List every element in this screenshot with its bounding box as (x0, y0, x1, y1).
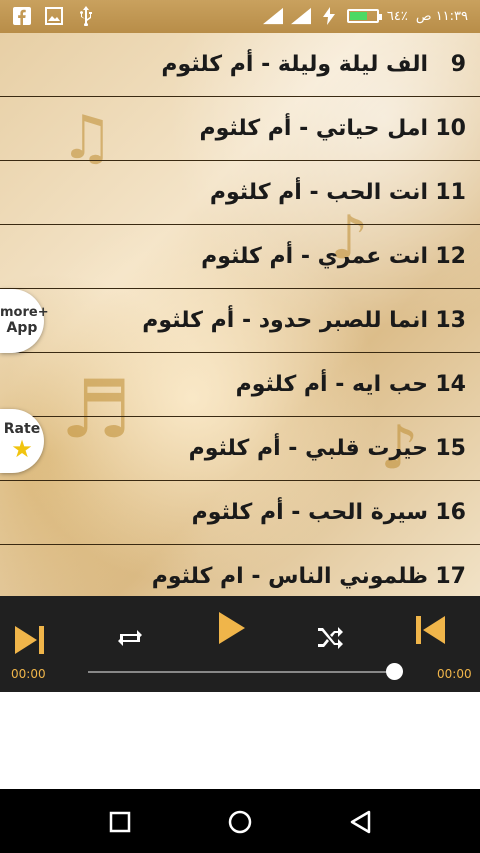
track-title: ظلموني الناس - ام كلثوم (151, 564, 428, 589)
play-button[interactable] (214, 608, 250, 648)
track-title: امل حياتي - أم كلثوم (199, 116, 428, 141)
track-number: 9 (450, 52, 466, 77)
track-number: 12 (435, 244, 466, 269)
track-row[interactable]: 13 انما للصبر حدود - أم كلثوم (0, 289, 480, 353)
elapsed-time: 00:00 (11, 667, 46, 681)
track-title: الف ليلة وليلة - أم كلثوم (161, 52, 428, 77)
signal-icon (290, 6, 311, 26)
status-bar: ٦٤٪ ١١:٣٩ ص (0, 0, 480, 33)
clock: ١١:٣٩ ص (415, 8, 468, 24)
rate-label: Rate (3, 421, 41, 437)
navigation-bar (0, 789, 480, 853)
battery-icon (346, 9, 382, 23)
track-number: 17 (435, 564, 466, 589)
back-icon[interactable] (347, 809, 373, 835)
track-row[interactable]: 14 حب ايه - أم كلثوم (0, 353, 480, 417)
more-apps-label: App (6, 320, 38, 336)
previous-track-icon[interactable] (410, 612, 450, 648)
track-number: 16 (435, 500, 466, 525)
star-icon: ★ (11, 435, 33, 463)
track-list[interactable]: ♫ ♪ ♬ ♪ 9 الف ليلة وليلة - أم كلثوم 10 ا… (0, 33, 480, 596)
track-title: سيرة الحب - أم كلثوم (191, 500, 428, 525)
track-row[interactable]: 12 انت عمري - أم كلثوم (0, 225, 480, 289)
signal-icon (262, 6, 283, 26)
track-number: 14 (435, 372, 466, 397)
track-number: 15 (435, 436, 466, 461)
track-title: حيرت قلبي - أم كلثوم (188, 436, 428, 461)
total-time: 00:00 (437, 667, 472, 681)
track-row[interactable]: 10 امل حياتي - أم كلثوم (0, 97, 480, 161)
facebook-icon (12, 6, 32, 26)
track-row[interactable]: 11 انت الحب - أم كلثوم (0, 161, 480, 225)
seek-handle[interactable] (386, 663, 403, 680)
track-title: انما للصبر حدود - أم كلثوم (142, 308, 428, 333)
track-row[interactable]: 17 ظلموني الناس - ام كلثوم (0, 545, 480, 596)
more-apps-label: more+ (0, 305, 49, 320)
empty-area (0, 692, 480, 789)
track-number: 10 (435, 116, 466, 141)
track-row[interactable]: 15 حيرت قلبي - أم كلثوم (0, 417, 480, 481)
home-icon[interactable] (227, 809, 253, 835)
recents-icon[interactable] (107, 809, 133, 835)
shuffle-icon[interactable] (314, 620, 346, 652)
next-track-icon[interactable] (10, 622, 50, 658)
track-title: حب ايه - أم كلثوم (235, 372, 428, 397)
track-number: 13 (435, 308, 466, 333)
track-title: انت عمري - أم كلثوم (201, 244, 428, 269)
track-row[interactable]: 9 الف ليلة وليلة - أم كلثوم (0, 33, 480, 97)
player-bar: 00:00 00:00 (0, 596, 480, 692)
track-title: انت الحب - أم كلثوم (209, 180, 428, 205)
image-icon (44, 6, 64, 26)
track-row[interactable]: 16 سيرة الحب - أم كلثوم (0, 481, 480, 545)
track-number: 11 (435, 180, 466, 205)
usb-icon (76, 6, 96, 26)
repeat-icon[interactable] (114, 622, 146, 654)
battery-label: ٦٤٪ (386, 8, 408, 24)
seek-bar[interactable] (88, 671, 394, 673)
charging-icon (319, 6, 339, 26)
